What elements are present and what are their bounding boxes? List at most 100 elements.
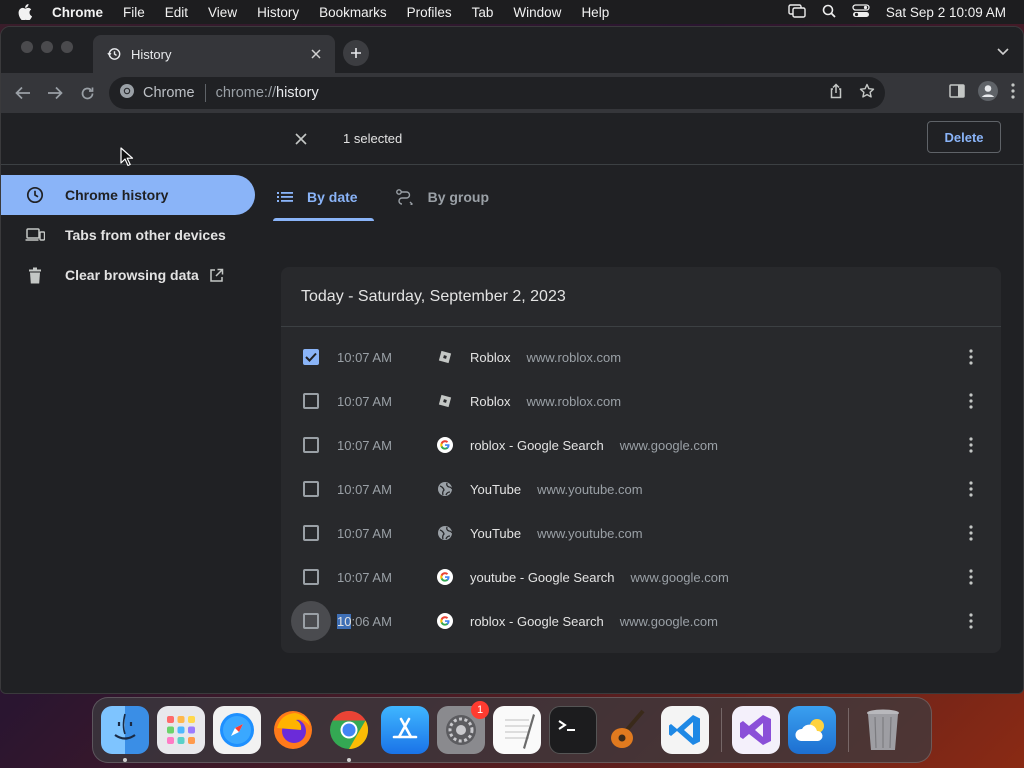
reload-icon[interactable] <box>71 77 103 109</box>
dock-app-store-icon[interactable] <box>381 706 429 754</box>
screen-mirroring-icon[interactable] <box>788 3 806 21</box>
entry-checkbox[interactable] <box>303 569 319 585</box>
menu-edit[interactable]: Edit <box>165 5 188 20</box>
menu-tab[interactable]: Tab <box>472 5 494 20</box>
dock-weather-icon[interactable] <box>788 706 836 754</box>
back-arrow-icon[interactable] <box>7 77 39 109</box>
delete-button[interactable]: Delete <box>927 121 1001 153</box>
dock-visual-studio-icon[interactable] <box>732 706 780 754</box>
new-tab-button[interactable] <box>343 40 369 66</box>
history-icon <box>107 46 123 62</box>
dock-chrome-icon[interactable] <box>325 706 373 762</box>
entry-checkbox[interactable] <box>303 393 319 409</box>
menu-chrome[interactable]: Chrome <box>52 5 103 20</box>
sidebar-item-chrome-history[interactable]: Chrome history <box>1 175 255 215</box>
entry-title-link[interactable]: Roblox www.roblox.com <box>470 394 621 409</box>
more-actions-kebab-icon[interactable] <box>961 479 981 499</box>
address-bar[interactable]: Chrome chrome://history <box>109 77 885 109</box>
bookmark-star-icon[interactable] <box>859 83 875 103</box>
entry-title-link[interactable]: roblox - Google Search www.google.com <box>470 438 718 453</box>
entry-title-link[interactable]: youtube - Google Search www.google.com <box>470 570 729 585</box>
dock-launchpad-icon[interactable] <box>157 706 205 754</box>
entry-title-link[interactable]: YouTube www.youtube.com <box>470 482 643 497</box>
entry-checkbox[interactable] <box>303 613 319 629</box>
history-entry-list: 10:07 AM Roblox www.roblox.com 10:07 AM Robl… <box>281 327 1001 643</box>
entry-title-link[interactable]: YouTube www.youtube.com <box>470 526 643 541</box>
spotlight-search-icon[interactable] <box>822 4 836 21</box>
history-entry-row[interactable]: 10:07 AM roblox - Google Search www.google… <box>281 423 1001 467</box>
history-entry-row[interactable]: 10:07 AM YouTube www.youtube.com <box>281 467 1001 511</box>
minimize-window-button[interactable] <box>41 41 53 53</box>
entry-checkbox-container[interactable] <box>291 557 331 597</box>
clear-selection-close-icon[interactable] <box>289 127 313 151</box>
more-actions-kebab-icon[interactable] <box>961 611 981 631</box>
profile-avatar-icon[interactable] <box>977 80 999 107</box>
sidebar-item-clear-browsing-data[interactable]: Clear browsing data <box>1 255 257 295</box>
day-header: Today - Saturday, September 2, 2023 <box>281 267 1001 327</box>
entry-checkbox-container[interactable] <box>291 513 331 553</box>
menu-file[interactable]: File <box>123 5 145 20</box>
menu-view[interactable]: View <box>208 5 237 20</box>
entry-checkbox-checked[interactable] <box>303 349 319 365</box>
menu-bookmarks[interactable]: Bookmarks <box>319 5 387 20</box>
entry-checkbox-container[interactable] <box>291 381 331 421</box>
history-entry-row[interactable]: 10:07 AM youtube - Google Search www.googl… <box>281 555 1001 599</box>
entry-checkbox[interactable] <box>303 437 319 453</box>
entry-time: 10:07 AM <box>337 525 392 541</box>
control-center-icon[interactable] <box>852 3 870 21</box>
menu-profiles[interactable]: Profiles <box>407 5 452 20</box>
more-actions-kebab-icon[interactable] <box>961 435 981 455</box>
chrome-logo-icon <box>119 83 135 103</box>
dock-vscode-icon[interactable] <box>661 706 709 754</box>
mouse-cursor <box>120 147 134 172</box>
google-icon <box>437 569 453 585</box>
history-entry-row[interactable]: 10:07 AM Roblox www.roblox.com <box>281 335 1001 379</box>
close-window-button[interactable] <box>21 41 33 53</box>
dock-trash-icon[interactable] <box>859 706 907 754</box>
menu-history[interactable]: History <box>257 5 299 20</box>
forward-arrow-icon[interactable] <box>39 77 71 109</box>
roblox-icon <box>437 393 453 409</box>
kebab-menu-icon[interactable] <box>1011 82 1015 104</box>
entry-domain: www.youtube.com <box>537 525 643 541</box>
entry-checkbox-container[interactable] <box>291 425 331 465</box>
dock-textedit-icon[interactable] <box>493 706 541 754</box>
entry-title-link[interactable]: Roblox www.roblox.com <box>470 350 621 365</box>
side-panel-icon[interactable] <box>949 83 965 103</box>
globe-icon <box>437 525 453 541</box>
close-tab-icon[interactable] <box>307 45 325 63</box>
entry-checkbox-container[interactable] <box>291 601 331 641</box>
tab-by-date[interactable]: By date <box>273 175 374 221</box>
dock-firefox-icon[interactable] <box>269 706 317 754</box>
more-actions-kebab-icon[interactable] <box>961 347 981 367</box>
entry-checkbox-container[interactable] <box>291 337 331 377</box>
tab-search-chevron-icon[interactable] <box>997 43 1009 61</box>
sidebar-item-tabs-from-other-devices[interactable]: Tabs from other devices <box>1 215 257 255</box>
dock-finder-icon[interactable] <box>101 706 149 762</box>
dock-safari-icon[interactable] <box>213 706 261 754</box>
history-entry-row[interactable]: 10:07 AM YouTube www.youtube.com <box>281 511 1001 555</box>
zoom-window-button[interactable] <box>61 41 73 53</box>
tab-by-group[interactable]: By group <box>392 175 493 219</box>
menu-bar-clock[interactable]: Sat Sep 2 10:09 AM <box>886 5 1006 20</box>
entry-checkbox-container[interactable] <box>291 469 331 509</box>
entry-checkbox[interactable] <box>303 525 319 541</box>
dock-system-settings-icon[interactable]: 1 <box>437 701 489 754</box>
running-indicator <box>123 758 127 762</box>
tab-history[interactable]: History <box>93 35 335 73</box>
menu-help[interactable]: Help <box>581 5 609 20</box>
entry-title-link[interactable]: roblox - Google Search www.google.com <box>470 614 718 629</box>
more-actions-kebab-icon[interactable] <box>961 523 981 543</box>
history-entry-row[interactable]: 10:07 AM Roblox www.roblox.com <box>281 379 1001 423</box>
selection-count: 1 selected <box>343 131 403 146</box>
dock-garageband-icon[interactable] <box>605 706 653 754</box>
more-actions-kebab-icon[interactable] <box>961 567 981 587</box>
apple-icon[interactable] <box>18 4 38 20</box>
more-actions-kebab-icon[interactable] <box>961 391 981 411</box>
menu-window[interactable]: Window <box>513 5 561 20</box>
share-icon[interactable] <box>829 83 843 103</box>
dock-terminal-icon[interactable] <box>549 706 597 754</box>
history-entry-row[interactable]: 10:06 AM roblox - Google Search www.google… <box>281 599 1001 643</box>
roblox-icon <box>437 349 453 365</box>
entry-checkbox[interactable] <box>303 481 319 497</box>
